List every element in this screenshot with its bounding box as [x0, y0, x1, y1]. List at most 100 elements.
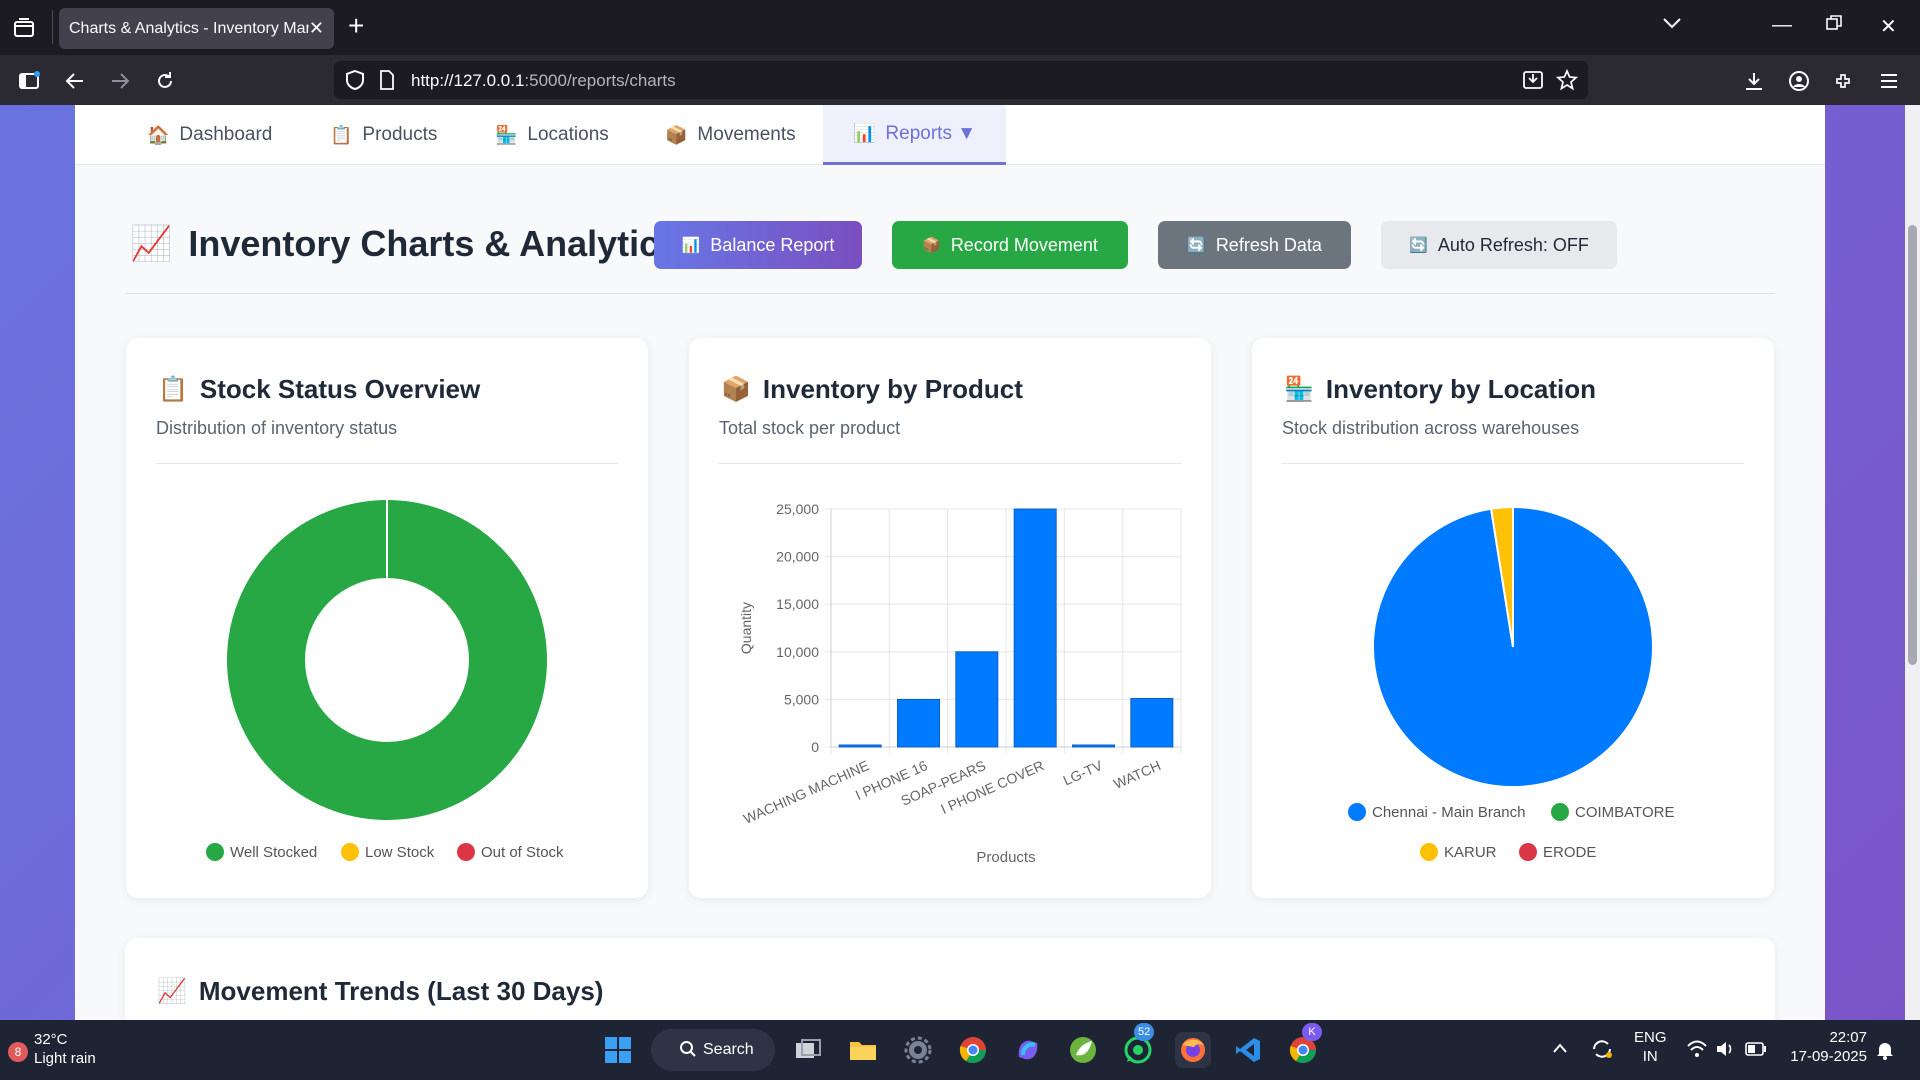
legend-item-low-stock[interactable]: Low Stock — [341, 843, 434, 861]
auto-refresh-button[interactable]: 🔄 Auto Refresh: OFF — [1381, 221, 1617, 269]
settings-gear-icon[interactable] — [900, 1032, 936, 1068]
window-close-icon[interactable]: ✕ — [1880, 14, 1897, 39]
weather-widget[interactable]: 32°C Light rain — [34, 1030, 96, 1068]
weather-badge: 8 — [8, 1042, 28, 1062]
x-tick-label: WATCH — [1111, 757, 1163, 792]
inventory-by-product-chart[interactable]: 25,000 20,000 15,000 10,000 5,000 0 WACHING MA… — [689, 338, 1211, 898]
x-tick-label: LG-TV — [1061, 757, 1106, 789]
chevron-up-icon[interactable] — [1552, 1040, 1568, 1059]
page-scrollbar[interactable] — [1905, 105, 1920, 1020]
nav-item-products[interactable]: 📋 Products — [330, 105, 437, 165]
inventory-by-location-card: 🏪 Inventory by Location Stock distributio… — [1252, 338, 1774, 898]
forward-icon[interactable] — [107, 68, 133, 94]
main-container: 🏠 Dashboard 📋 Products 🏪 Locations 📦 Movemen… — [75, 105, 1825, 1020]
file-explorer-icon[interactable] — [845, 1032, 881, 1068]
bar-chart-icon: 📊 — [853, 123, 876, 143]
extensions-icon[interactable] — [1831, 68, 1857, 94]
chevron-down-icon[interactable] — [1662, 16, 1682, 35]
url-path: :5000/reports/charts — [524, 71, 676, 90]
y-tick-label: 15,000 — [776, 596, 819, 612]
page-background: 🏠 Dashboard 📋 Products 🏪 Locations 📦 Movemen… — [0, 105, 1905, 1020]
header-divider — [125, 293, 1775, 294]
bookmark-star-icon[interactable] — [1555, 68, 1579, 96]
y-tick-label: 0 — [811, 739, 819, 755]
windows-start-icon[interactable] — [600, 1032, 636, 1068]
legend-item-erode[interactable]: ERODE — [1519, 843, 1596, 861]
card-title-text: Movement Trends (Last 30 Days) — [198, 976, 604, 1006]
stock-status-chart[interactable] — [126, 338, 648, 898]
taskbar-search[interactable]: Search — [651, 1029, 775, 1071]
back-icon[interactable] — [62, 68, 88, 94]
legend-label: Low Stock — [365, 843, 435, 861]
restore-icon[interactable] — [1825, 14, 1843, 38]
vscode-icon[interactable] — [1230, 1032, 1266, 1068]
movement-trends-card: 📈 Movement Trends (Last 30 Days) — [125, 938, 1775, 1020]
task-view-icon[interactable] — [790, 1032, 826, 1068]
shield-icon[interactable] — [344, 69, 366, 96]
legend-item-karur[interactable]: KARUR — [1420, 843, 1497, 861]
search-icon — [679, 1040, 697, 1063]
notification-bell-icon[interactable] — [1875, 1040, 1895, 1065]
y-tick-label: 10,000 — [776, 644, 819, 660]
legend-swatch — [1551, 803, 1569, 821]
nav-label: Products — [362, 124, 438, 145]
legend-item-out-of-stock[interactable]: Out of Stock — [457, 843, 564, 861]
y-axis-title: Quantity — [738, 602, 754, 654]
nav-item-reports[interactable]: 📊 Reports ▼ — [823, 105, 1007, 165]
firefox-icon[interactable] — [1175, 1032, 1211, 1068]
chrome-icon[interactable] — [955, 1032, 991, 1068]
legend-swatch — [1519, 843, 1537, 861]
weather-temp: 32°C — [34, 1031, 68, 1048]
x-axis-title: Products — [976, 849, 1035, 866]
language-indicator[interactable]: ENG IN — [1634, 1028, 1667, 1066]
refresh-data-button[interactable]: 🔄 Refresh Data — [1158, 221, 1351, 269]
download-icon[interactable] — [1741, 68, 1767, 94]
clock-time: 22:07 — [1829, 1029, 1867, 1046]
bar-waching-machine — [838, 744, 882, 748]
sidebar-icon[interactable] — [16, 68, 42, 94]
battery-icon[interactable] — [1745, 1042, 1767, 1061]
menu-icon[interactable] — [1876, 68, 1902, 94]
inventory-by-product-card: 📦 Inventory by Product Total stock per pr… — [689, 338, 1211, 898]
region-code: IN — [1642, 1048, 1658, 1065]
reload-icon[interactable] — [152, 68, 178, 94]
button-label: Record Movement — [950, 234, 1098, 255]
save-to-pocket-icon[interactable] — [1522, 70, 1544, 95]
button-label: Refresh Data — [1215, 234, 1322, 255]
browser-tab-active[interactable]: Charts & Analytics - Inventory Managemen… — [59, 8, 334, 49]
legend-label: Out of Stock — [481, 843, 564, 861]
page-title-text: Inventory Charts & Analytics — [188, 223, 680, 264]
clock[interactable]: 22:07 17-09-2025 — [1785, 1028, 1867, 1066]
nav-item-locations[interactable]: 🏪 Locations — [495, 105, 609, 165]
copilot-icon[interactable] — [1010, 1032, 1046, 1068]
tab-title: Charts & Analytics - Inventory Managemen… — [69, 19, 309, 37]
record-movement-button[interactable]: 📦 Record Movement — [892, 221, 1128, 269]
bar-chart-icon: 📊 — [681, 237, 701, 254]
wifi-icon[interactable] — [1686, 1040, 1708, 1063]
legend-swatch — [457, 843, 475, 861]
sync-icon[interactable] — [1590, 1038, 1614, 1065]
minimize-icon[interactable]: — — [1772, 14, 1792, 37]
nav-item-dashboard[interactable]: 🏠 Dashboard — [147, 105, 272, 165]
close-icon[interactable]: ✕ — [309, 18, 324, 39]
account-icon[interactable] — [1786, 68, 1812, 94]
url-bar[interactable]: http://127.0.0.1:5000/reports/charts — [334, 61, 1588, 99]
package-icon: 📦 — [922, 237, 941, 254]
legend-swatch — [341, 843, 359, 861]
volume-icon[interactable] — [1715, 1040, 1735, 1063]
nav-label: Dashboard — [179, 124, 273, 145]
legend-item-well-stocked[interactable]: Well Stocked — [206, 843, 317, 861]
legend-item-coimbatore[interactable]: COIMBATORE — [1551, 803, 1674, 821]
button-label: Balance Report — [710, 234, 835, 255]
nav-item-movements[interactable]: 📦 Movements — [665, 105, 796, 165]
legend-swatch — [1348, 803, 1366, 821]
page-icon — [379, 70, 395, 95]
bar-i-phone-16 — [897, 698, 940, 748]
legend-item-chennai[interactable]: Chennai - Main Branch — [1348, 803, 1525, 821]
spring-tool-icon[interactable] — [1065, 1032, 1101, 1068]
tab-list-icon[interactable] — [10, 14, 38, 42]
scrollbar-thumb[interactable] — [1908, 225, 1917, 665]
balance-report-button[interactable]: 📊 Balance Report — [654, 221, 862, 269]
url-text[interactable]: http://127.0.0.1:5000/reports/charts — [411, 71, 676, 91]
new-tab-icon[interactable]: + — [348, 12, 364, 40]
